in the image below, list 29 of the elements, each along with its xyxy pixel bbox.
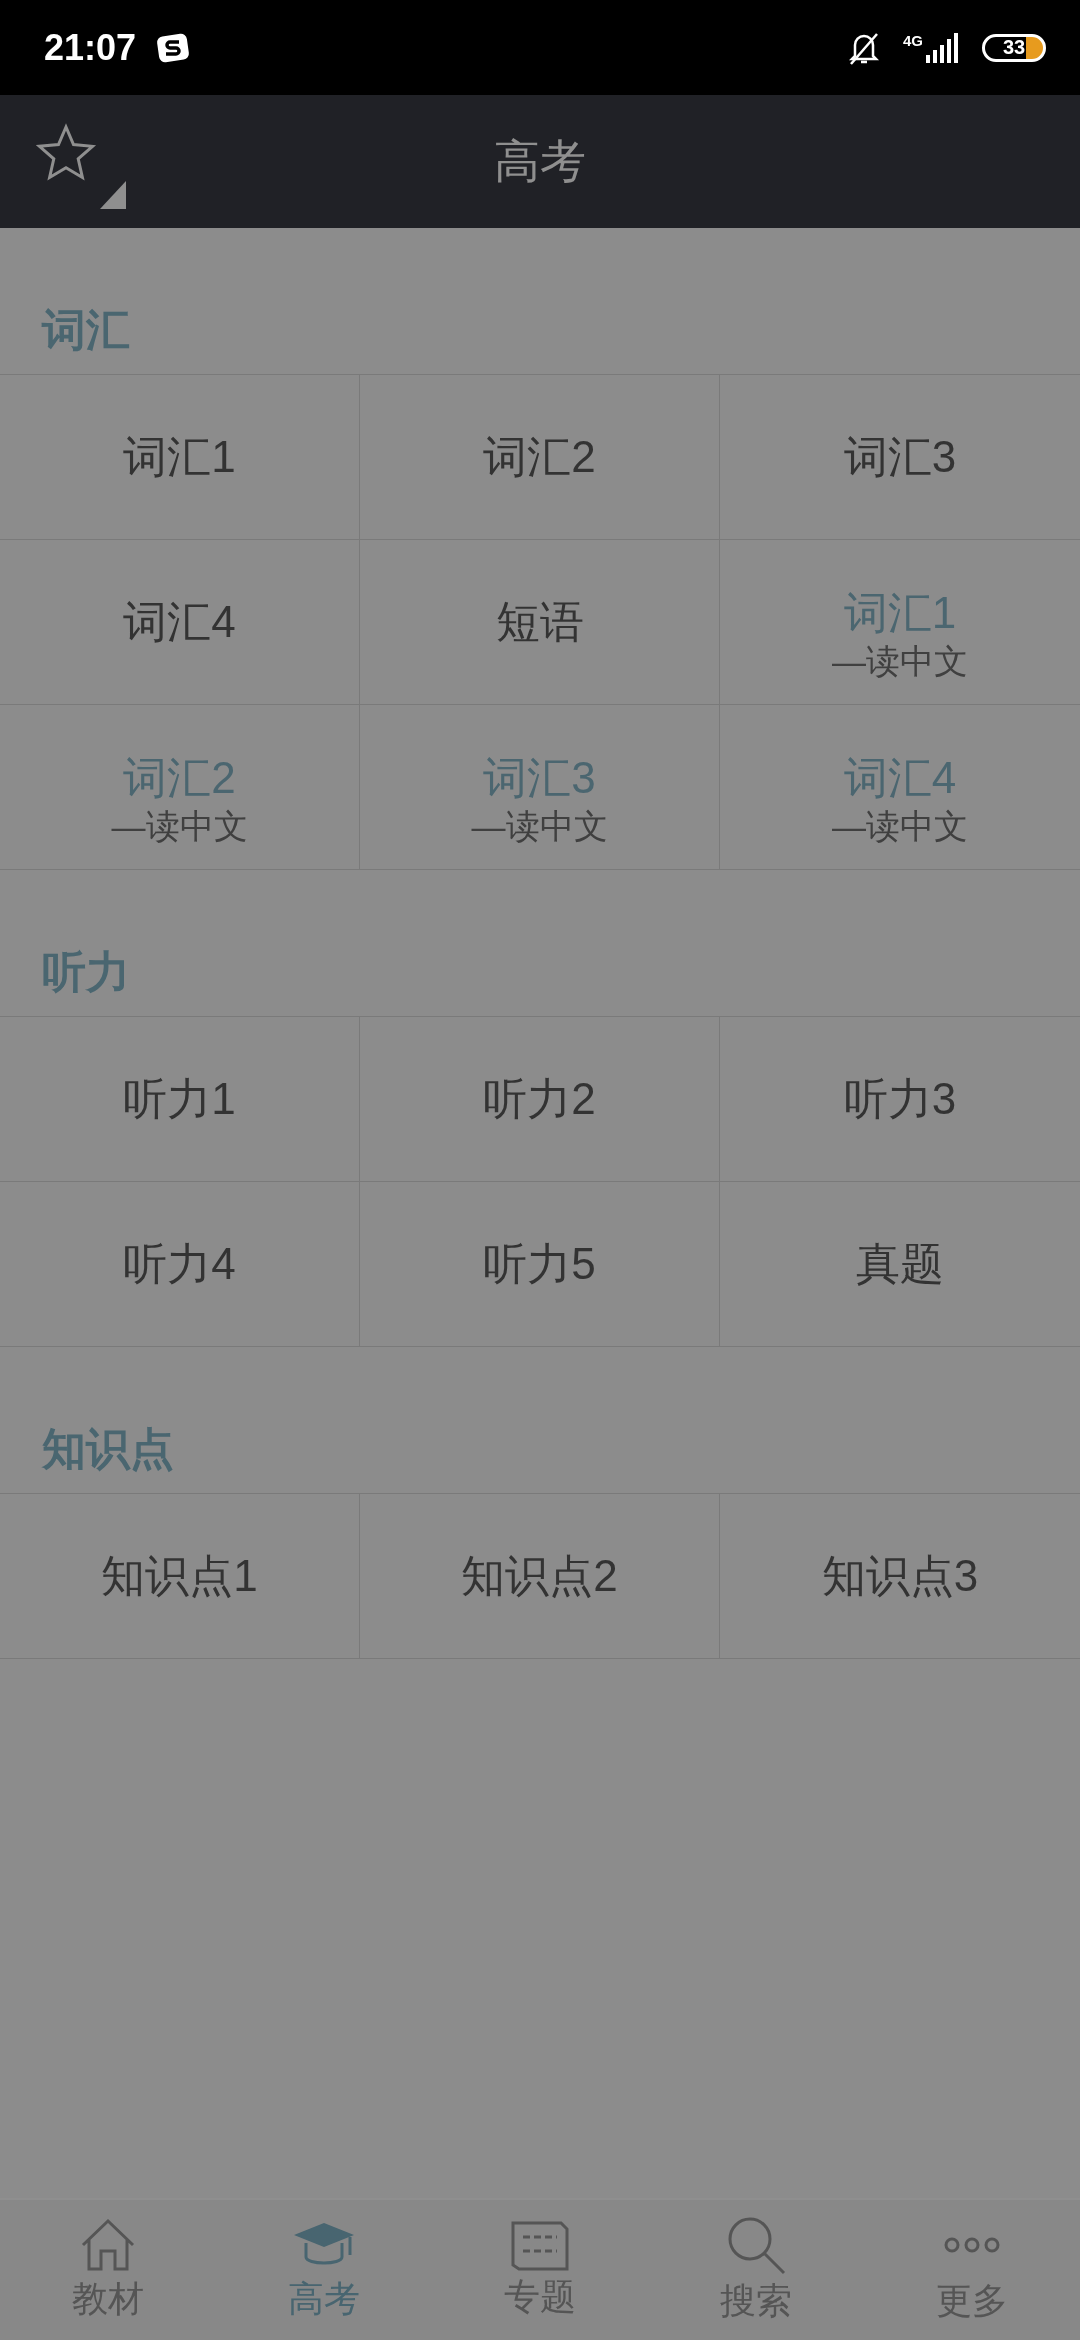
grid-item-subtitle: —读中文 [111, 807, 248, 846]
grid-item-label[interactable]: 听力1 [123, 1069, 236, 1129]
star-favorites-button[interactable] [36, 123, 128, 211]
grid-item-subtitle: —读中文 [832, 807, 968, 846]
grid-item-label[interactable]: 听力3 [843, 1069, 957, 1129]
grid-item-label[interactable]: 词汇3 [843, 427, 957, 487]
grid-item-label[interactable]: 词汇1 [123, 427, 236, 487]
clock: 21:07 [44, 26, 137, 69]
page-title: 高考 [494, 133, 586, 189]
grid-item-label[interactable]: 词汇2 [483, 427, 596, 487]
grid-item-label[interactable]: 词汇4 [123, 592, 236, 652]
grid-item-label[interactable]: 短语 [495, 592, 584, 652]
section-title: 听力 [42, 946, 130, 998]
home-icon [79, 2216, 137, 2273]
grid-item-label[interactable]: 听力2 [483, 1069, 596, 1129]
signal-icon [926, 32, 960, 63]
app-logo-icon [156, 32, 191, 63]
grid-item-label[interactable]: 知识点2 [461, 1546, 618, 1606]
section-title: 知识点 [42, 1423, 174, 1475]
grid-item-label[interactable]: 真题 [856, 1234, 944, 1294]
grid-item-label[interactable]: 知识点3 [821, 1546, 979, 1606]
grid-item-label[interactable]: 听力4 [123, 1234, 236, 1294]
section-title: 词汇 [42, 304, 130, 356]
grid-item-label[interactable]: 听力5 [483, 1234, 596, 1294]
grid-item-subtitle: —读中文 [832, 642, 968, 681]
grid-item-subtitle: —读中文 [471, 807, 608, 846]
network-type: 4G [903, 32, 923, 48]
grid-item-label[interactable]: 知识点1 [101, 1546, 258, 1606]
battery-indicator: 33 [982, 33, 1046, 62]
